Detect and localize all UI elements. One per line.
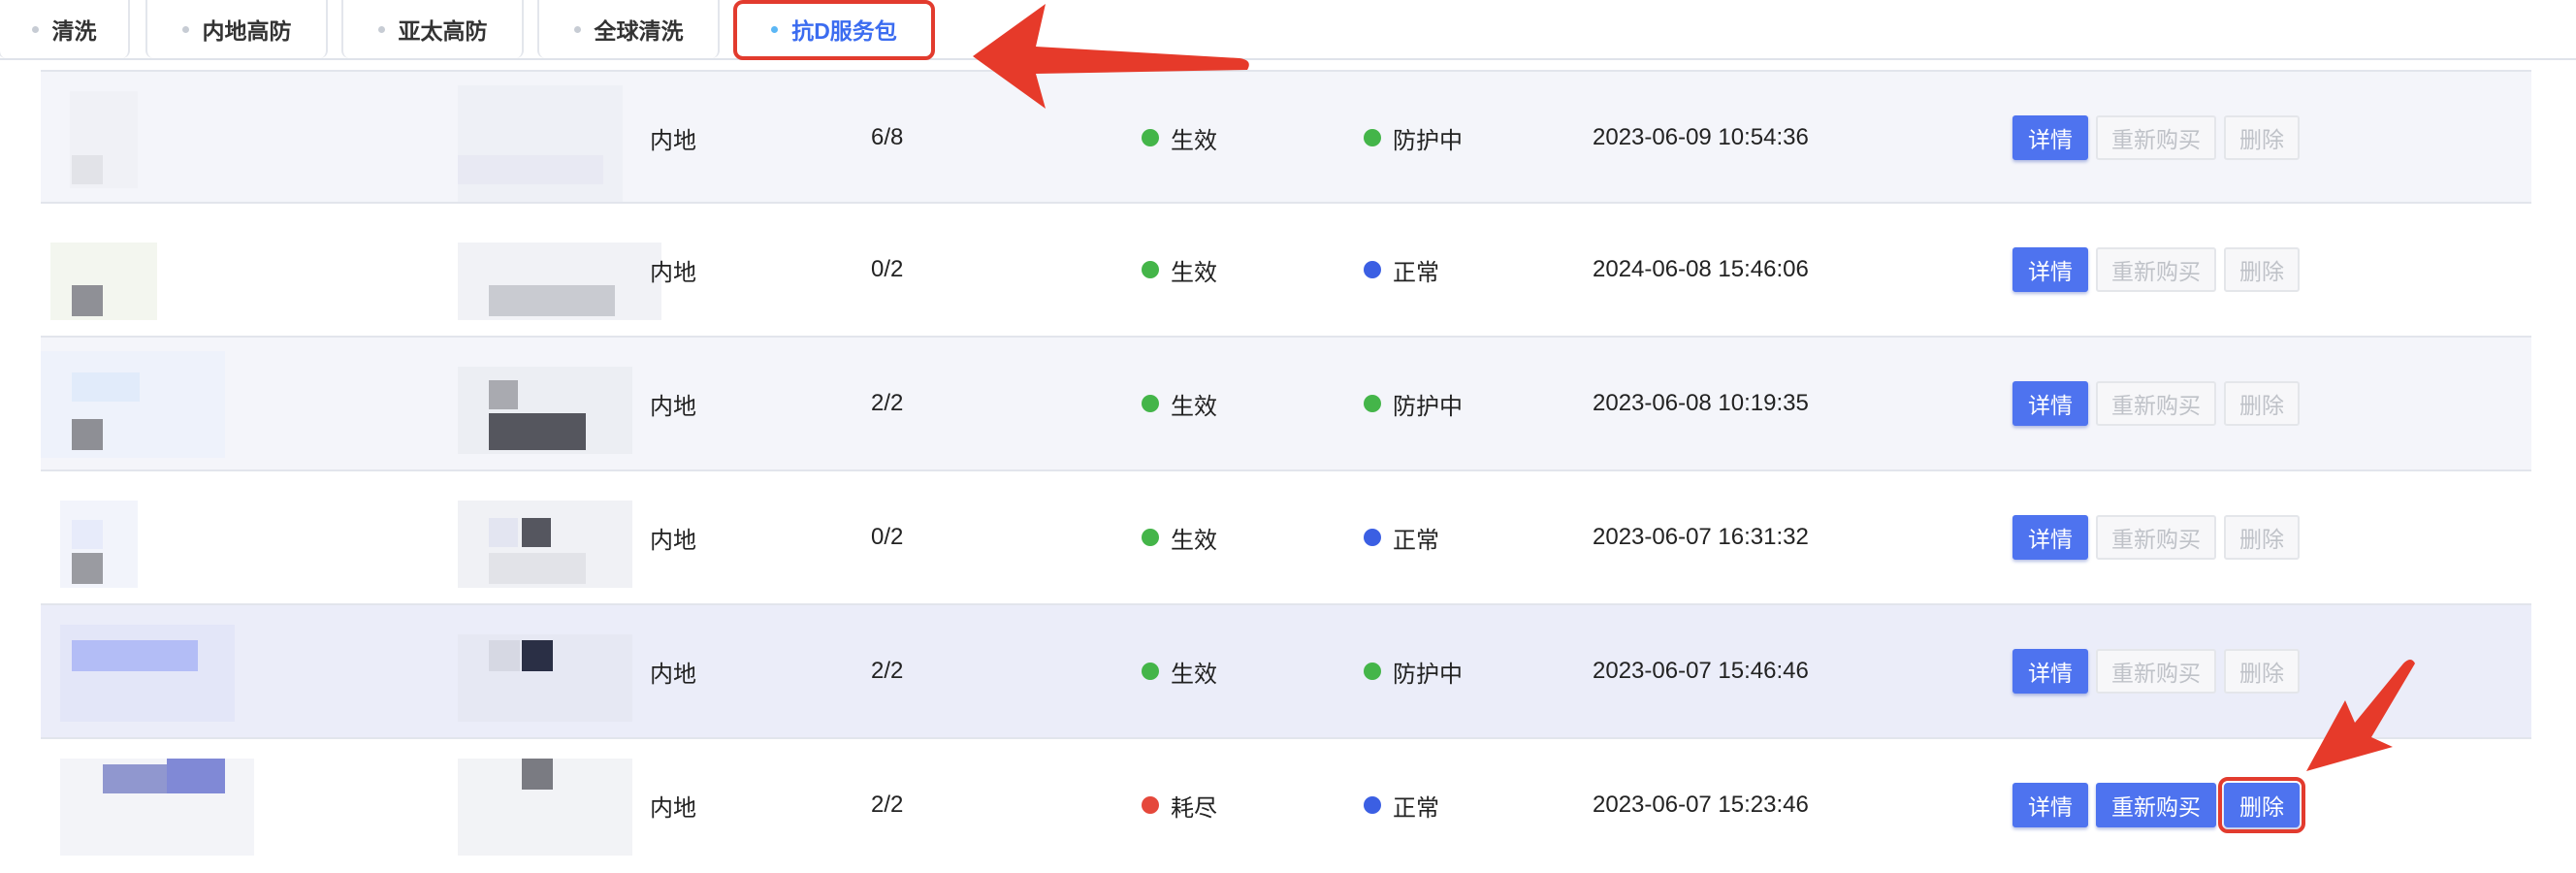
tab-pointer-arrow-icon xyxy=(973,4,1249,109)
annotation-arrows xyxy=(973,4,2415,771)
delete-pointer-arrow-icon xyxy=(2306,660,2415,771)
